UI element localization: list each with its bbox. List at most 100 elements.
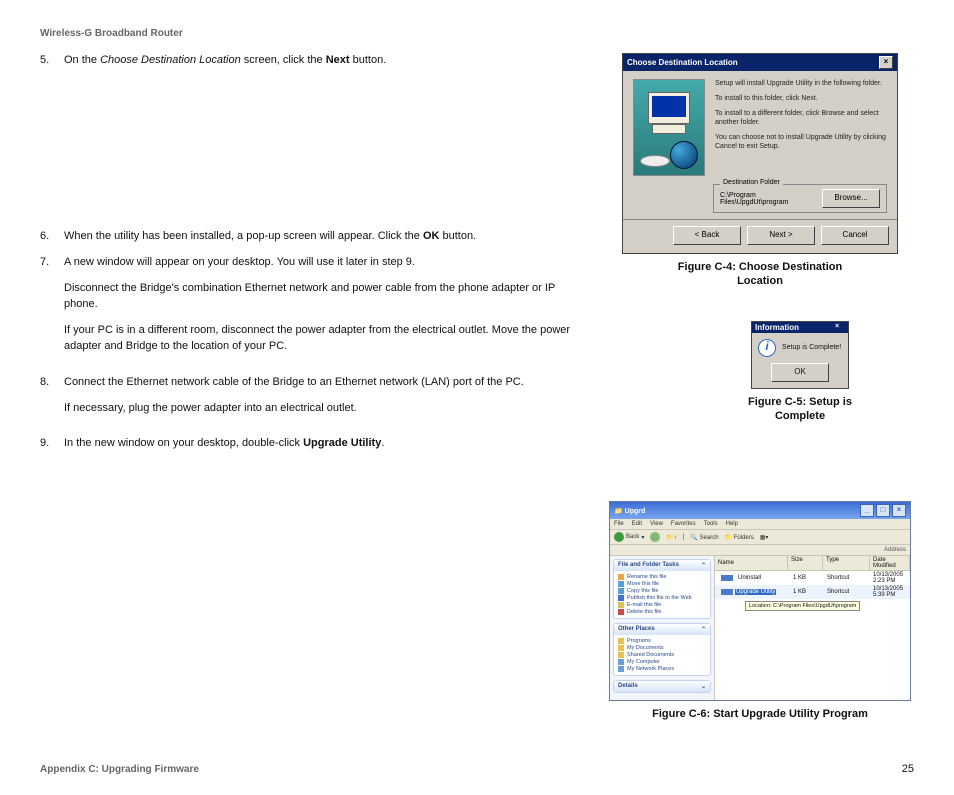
group-legend: Destination Folder (720, 179, 783, 186)
minimize-icon[interactable]: _ (860, 504, 874, 517)
text: Disconnect the Bridge's combination Ethe… (64, 281, 580, 313)
text: screen, click the (241, 54, 326, 66)
place-mydocs[interactable]: My Documents (618, 645, 706, 651)
destination-path: C:\Program Files\UpgdUt\program (720, 192, 822, 206)
task-delete[interactable]: Delete this file (618, 609, 706, 615)
panel-title: Details (618, 683, 638, 690)
installer-art (633, 79, 705, 176)
step-9: 9. In the new window on your desktop, do… (40, 436, 580, 452)
back-button[interactable]: Back ▾ (614, 532, 644, 542)
step-7: 7. A new window will appear on your desk… (40, 255, 580, 365)
collapse-icon[interactable]: ⌃ (701, 626, 706, 633)
button-name: OK (423, 230, 440, 242)
task-copy[interactable]: Copy this file (618, 588, 706, 594)
step-5: 5. On the Choose Destination Location sc… (40, 53, 580, 69)
text: button. (350, 54, 387, 66)
col-date[interactable]: Date Modified (870, 556, 910, 570)
figure-c6-caption: Figure C-6: Start Upgrade Utility Progra… (652, 707, 868, 721)
doc-header: Wireless-G Broadband Router (40, 28, 914, 39)
task-move[interactable]: Move this file (618, 581, 706, 587)
file-folder-tasks-panel: File and Folder Tasks⌃ Rename this file … (613, 559, 711, 619)
page-number: 25 (902, 763, 914, 775)
folders-button[interactable]: 📁 Folders (725, 534, 754, 541)
text: Setup will install Upgrade Utility in th… (715, 79, 887, 88)
text: A new window will appear on your desktop… (64, 255, 580, 271)
collapse-icon[interactable]: ⌃ (701, 562, 706, 569)
menu-favorites[interactable]: Favorites (671, 521, 696, 527)
instructions-column: 5. On the Choose Destination Location sc… (40, 53, 580, 462)
text: In the new window on your desktop, doubl… (64, 437, 303, 449)
menu-edit[interactable]: Edit (632, 521, 642, 527)
expand-icon[interactable]: ⌄ (701, 683, 706, 690)
text: To install to this folder, click Next. (715, 94, 887, 103)
file-row[interactable]: Uninstall 1 KB Shortcut 10/13/2005 2:23 … (715, 571, 910, 585)
text: . (381, 437, 384, 449)
message-text: Setup is Complete! (782, 344, 841, 351)
screen-name: Choose Destination Location (100, 54, 241, 66)
window-title: 📁 Upgrd (614, 507, 645, 515)
menu-view[interactable]: View (650, 521, 663, 527)
text: Connect the Ethernet network cable of th… (64, 375, 580, 391)
menu-tools[interactable]: Tools (704, 521, 718, 527)
place-network[interactable]: My Network Places (618, 666, 706, 672)
shortcut-icon (721, 575, 733, 581)
up-button[interactable]: 📁↑ (666, 534, 676, 541)
program-name: Upgrade Utility (303, 437, 381, 449)
figure-c5-caption: Figure C-5: Setup is Complete (740, 395, 860, 424)
step-number: 6. (40, 229, 64, 245)
dialog-title: Information (755, 323, 799, 332)
step-number: 9. (40, 436, 64, 452)
location-tooltip: Location: C:\Program Files\UpgdUt\progra… (745, 601, 860, 611)
figure-c6-window: 📁 Upgrd _ □ × File Edit View Favorites T… (609, 501, 911, 701)
cancel-button[interactable]: Cancel (821, 226, 889, 245)
text: If necessary, plug the power adapter int… (64, 401, 580, 417)
menu-bar: File Edit View Favorites Tools Help (610, 519, 910, 530)
col-type[interactable]: Type (823, 556, 870, 570)
panel-title: File and Folder Tasks (618, 562, 679, 569)
col-size[interactable]: Size (788, 556, 823, 570)
menu-help[interactable]: Help (726, 521, 738, 527)
maximize-icon[interactable]: □ (876, 504, 890, 517)
step-6: 6. When the utility has been installed, … (40, 229, 580, 245)
forward-icon (650, 532, 660, 542)
place-programs[interactable]: Programs (618, 638, 706, 644)
toolbar: Back ▾ 📁↑ | 🔍 Search 📁 Folders ▦▾ (610, 530, 910, 545)
search-button[interactable]: 🔍 Search (690, 534, 718, 541)
address-bar: Address (610, 545, 910, 556)
button-name: Next (326, 54, 350, 66)
step-number: 7. (40, 255, 64, 365)
text: button. (439, 230, 476, 242)
place-mycomp[interactable]: My Computer (618, 659, 706, 665)
task-email[interactable]: E-mail this file (618, 602, 706, 608)
step-number: 5. (40, 53, 64, 69)
back-icon (614, 532, 624, 542)
place-shared[interactable]: Shared Documents (618, 652, 706, 658)
figure-c4-dialog: Choose Destination Location × Setup will… (622, 53, 898, 254)
task-rename[interactable]: Rename this file (618, 574, 706, 580)
forward-button[interactable] (650, 532, 660, 542)
file-row-selected[interactable]: Upgrade Utility 1 KB Shortcut 10/13/2005… (715, 585, 910, 599)
col-name[interactable]: Name (715, 556, 788, 570)
column-headers: Name Size Type Date Modified (715, 556, 910, 571)
text: You can choose not to install Upgrade Ut… (715, 133, 887, 151)
footer-section: Appendix C: Upgrading Firmware (40, 764, 199, 775)
text: When the utility has been installed, a p… (64, 230, 423, 242)
shortcut-icon (721, 589, 733, 595)
destination-folder-group: Destination Folder C:\Program Files\Upgd… (713, 184, 887, 213)
close-icon[interactable]: × (835, 323, 845, 332)
close-icon[interactable]: × (879, 56, 893, 69)
close-icon[interactable]: × (892, 504, 906, 517)
page-footer: Appendix C: Upgrading Firmware 25 (40, 763, 914, 775)
menu-file[interactable]: File (614, 521, 624, 527)
text: If your PC is in a different room, disco… (64, 323, 580, 355)
text: On the (64, 54, 100, 66)
task-publish[interactable]: Publish this file to the Web (618, 595, 706, 601)
info-icon (758, 339, 776, 357)
file-list: Name Size Type Date Modified Uninstall 1… (715, 556, 910, 700)
content-row: 5. On the Choose Destination Location sc… (40, 53, 914, 739)
browse-button[interactable]: Browse... (822, 189, 880, 208)
next-button[interactable]: Next > (747, 226, 815, 245)
back-button[interactable]: < Back (673, 226, 741, 245)
ok-button[interactable]: OK (771, 363, 829, 382)
other-places-panel: Other Places⌃ Programs My Documents Shar… (613, 623, 711, 676)
